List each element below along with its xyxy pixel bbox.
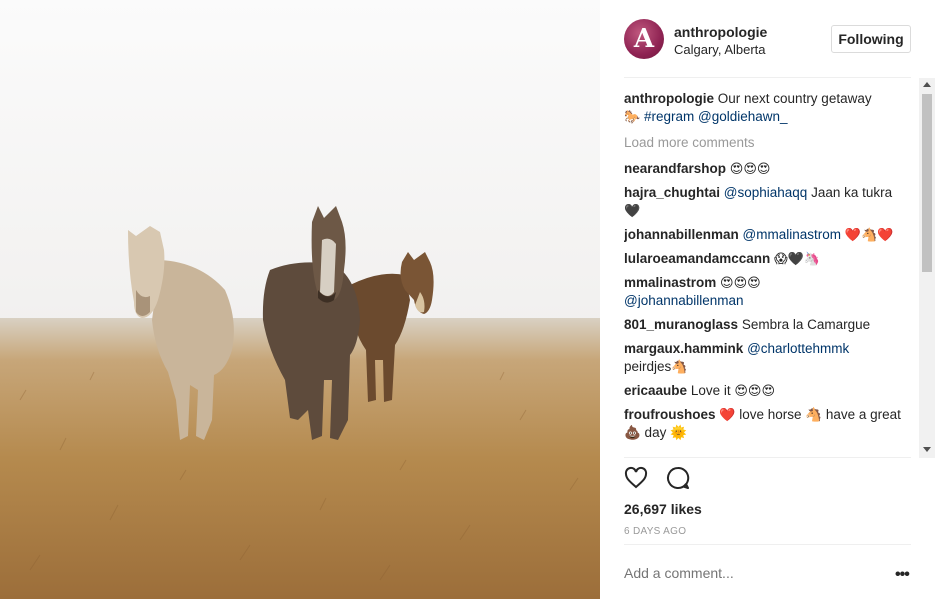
comments-list: anthropologie Our next country getaway 🐎… (624, 90, 916, 455)
caption-username[interactable]: anthropologie (624, 91, 714, 106)
comment-mention[interactable]: @sophiahaqq (724, 185, 808, 200)
post-sidebar: A anthropologie Calgary, Alberta Followi… (600, 0, 935, 599)
comment: johannabillenman @mmalinastrom ❤️🐴❤️ (624, 226, 916, 244)
post-photo-horses[interactable] (0, 0, 600, 599)
scroll-down-arrow-icon[interactable] (923, 447, 931, 452)
comment-emoji: ❤️ (719, 407, 736, 422)
comment-icon[interactable] (666, 466, 690, 490)
comment-username[interactable]: nearandfarshop (624, 161, 726, 176)
post-time[interactable]: 6 DAYS AGO (624, 526, 686, 537)
comment-username[interactable]: margaux.hammink (624, 341, 743, 356)
comment-username[interactable]: lularoeamandamccann (624, 251, 770, 266)
heart-icon[interactable] (624, 466, 648, 490)
comment-mention[interactable]: @charlottehmmk (747, 341, 849, 356)
comment-divider (624, 544, 911, 545)
comment-mention[interactable]: @johannabillenman (624, 293, 744, 308)
scrollbar-thumb[interactable] (922, 94, 932, 272)
comment-username[interactable]: froufroushoes (624, 407, 716, 422)
comment-emoji: 🖤 (624, 203, 641, 218)
avatar[interactable]: A (624, 19, 664, 59)
horses-image (0, 0, 600, 599)
like-count[interactable]: 26,697 likes (624, 501, 702, 517)
post-actions (624, 466, 690, 490)
caption: anthropologie Our next country getaway 🐎… (624, 90, 916, 126)
comment-emoji: ❤️🐴❤️ (844, 227, 894, 242)
comment-emoji: 😍😍😍 (734, 383, 776, 398)
comment: margaux.hammink @charlottehmmk peirdjes🐴 (624, 340, 916, 376)
caption-mention[interactable]: @goldiehawn_ (698, 109, 788, 124)
post-username[interactable]: anthropologie (674, 24, 767, 40)
more-options-icon[interactable]: ••• (895, 566, 910, 584)
comment-mention[interactable]: @mmalinastrom (743, 227, 841, 242)
caption-emoji: 🐎 (624, 109, 641, 124)
comment: lularoeamandamccann 😱🖤🦄 (624, 250, 916, 268)
actions-divider (624, 457, 911, 458)
add-comment-input[interactable] (624, 565, 874, 581)
post-header: A anthropologie Calgary, Alberta Followi… (600, 0, 935, 78)
post-location[interactable]: Calgary, Alberta (674, 42, 766, 57)
comment-text: Love it (690, 383, 731, 398)
comments-scrollbar[interactable] (919, 78, 935, 458)
comment-emoji: 😱🖤🦄 (774, 251, 821, 266)
caption-text: Our next country getaway (717, 91, 872, 106)
comment-username[interactable]: 801_muranoglass (624, 317, 738, 332)
scroll-up-arrow-icon[interactable] (923, 82, 931, 87)
instagram-post: A anthropologie Calgary, Alberta Followi… (0, 0, 935, 599)
comment: mmalinastrom 😍😍😍 @johannabillenman (624, 274, 916, 310)
comment: hajra_chughtai @sophiahaqq Jaan ka tukra… (624, 184, 916, 220)
comment-emoji: 🐴 (671, 359, 688, 374)
comment: nearandfarshop 😍😍😍 (624, 160, 916, 178)
comment: 801_muranoglass Sembra la Camargue (624, 316, 916, 334)
header-divider (624, 77, 911, 78)
comment-username[interactable]: mmalinastrom (624, 275, 716, 290)
load-more-comments[interactable]: Load more comments (624, 134, 916, 152)
comment-username[interactable]: hajra_chughtai (624, 185, 720, 200)
comment: froufroushoes ❤️ love horse 🐴 have a gre… (624, 406, 916, 442)
comment-text: Jaan ka tukra (811, 185, 893, 200)
comment-username[interactable]: ericaaube (624, 383, 687, 398)
comment-emoji: 😍😍😍 (729, 161, 771, 176)
caption-hashtag[interactable]: #regram (644, 109, 694, 124)
comment-emoji: 😍😍😍 (720, 275, 761, 290)
comment-username[interactable]: johannabillenman (624, 227, 739, 242)
comment-text: Sembra la Camargue (741, 317, 871, 332)
comment-text: peirdjes (624, 359, 672, 374)
following-button[interactable]: Following (831, 25, 911, 53)
comment: ericaaube Love it 😍😍😍 (624, 382, 916, 400)
avatar-letter: A (633, 24, 655, 54)
